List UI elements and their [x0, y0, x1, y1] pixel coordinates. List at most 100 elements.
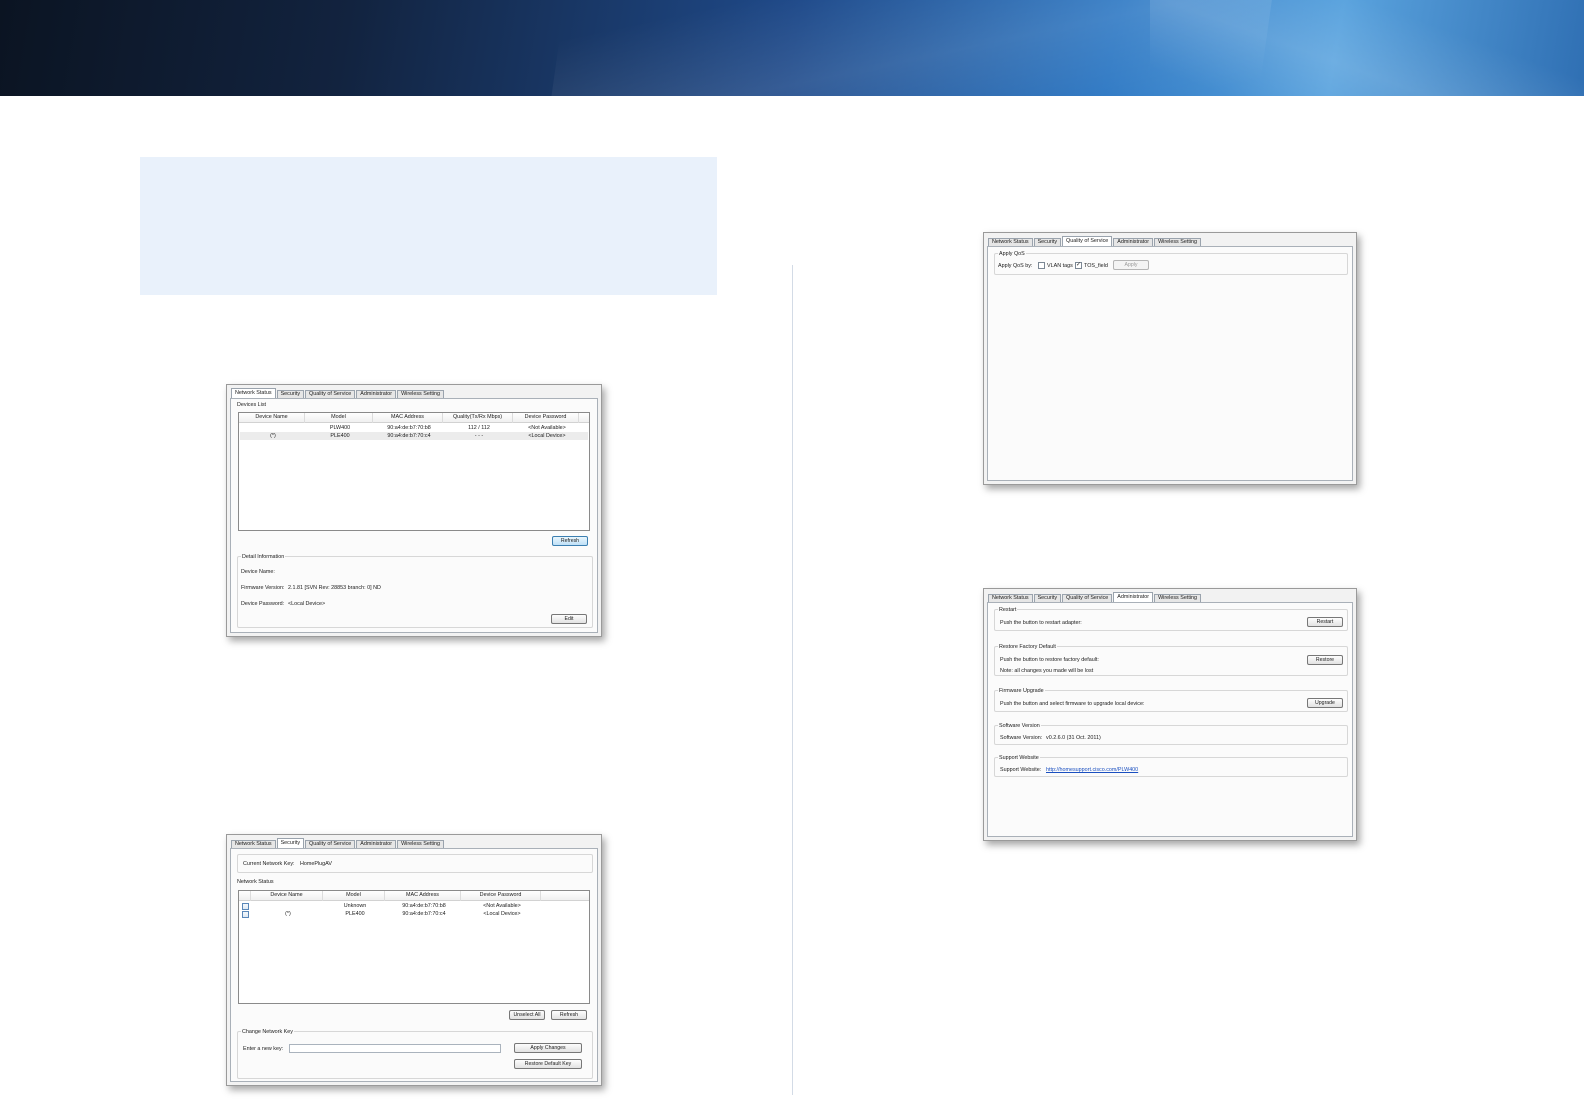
tab-panel: Devices List Device Name Model MAC Addre… — [230, 398, 598, 633]
cell-device-name — [252, 902, 324, 910]
tab-security[interactable]: Security — [1033, 594, 1062, 602]
tab-network-status[interactable]: Network Status — [988, 238, 1033, 246]
cell-device-name: (*) — [285, 911, 291, 917]
support-website-link[interactable]: http://homesupport.cisco.com/PLW400 — [1046, 767, 1138, 773]
column-header[interactable]: Device Name — [251, 891, 323, 901]
device-password-label: Device Password: — [241, 601, 285, 607]
column-header[interactable]: MAC Address — [373, 413, 443, 423]
administrator-screenshot: Network Status Security Quality of Servi… — [983, 588, 1357, 841]
restart-button[interactable]: Restart — [1307, 617, 1343, 627]
unselect-all-button[interactable]: Unselect All — [509, 1010, 545, 1020]
software-version-group-label: Software Version — [998, 723, 1041, 729]
apply-qos-group: Apply QoS Apply QoS by: VLAN tags TOS_fi… — [994, 251, 1348, 275]
list-header: Device Name Model MAC Address Device Pas… — [239, 891, 589, 901]
apply-button[interactable]: Apply — [1113, 260, 1149, 270]
tab-network-status[interactable]: Network Status — [988, 594, 1033, 602]
banner-glow — [1150, 0, 1584, 96]
restart-group: Restart Push the button to restart adapt… — [994, 607, 1348, 631]
tab-quality-of-service[interactable]: Quality of Service — [305, 390, 356, 398]
column-header[interactable]: Device Name — [239, 413, 305, 423]
tab-security[interactable]: Security — [276, 390, 305, 398]
restore-factory-default-label: Restore Factory Default — [998, 644, 1057, 650]
vlan-tags-checkbox[interactable] — [1038, 262, 1045, 269]
apply-changes-button[interactable]: Apply Changes — [514, 1043, 582, 1053]
current-network-key-label: Current Network Key: — [243, 861, 295, 867]
device-name-label: Device Name: — [241, 569, 275, 575]
support-website-label: Support Website: — [1000, 767, 1042, 773]
network-key-input[interactable] — [289, 1044, 501, 1053]
upgrade-button[interactable]: Upgrade — [1307, 698, 1343, 708]
cell-device-password: <Local Device> — [483, 911, 521, 917]
tab-quality-of-service[interactable]: Quality of Service — [1062, 236, 1113, 246]
devices-list[interactable]: Device Name Model MAC Address Quality(Tx… — [238, 412, 590, 531]
tab-security[interactable]: Security — [276, 838, 305, 848]
tab-network-status[interactable]: Network Status — [231, 388, 276, 398]
refresh-button[interactable]: Refresh — [552, 536, 588, 546]
tab-security[interactable]: Security — [1033, 238, 1062, 246]
cell-model: PLE400 — [345, 911, 365, 917]
note-box — [140, 157, 717, 295]
tab-wireless-setting[interactable]: Wireless Setting — [1154, 238, 1202, 246]
restore-default-key-button[interactable]: Restore Default Key — [514, 1059, 582, 1069]
cell-device-password: <Local Device> — [528, 433, 566, 439]
detail-information-group: Detail Information Device Name: Firmware… — [237, 554, 593, 628]
column-divider — [792, 265, 793, 1095]
table-row[interactable]: (*) PLE400 90:a4:de:b7:70:c4 - - - <Loca… — [240, 432, 588, 440]
column-header[interactable]: Device Password — [513, 413, 579, 423]
tab-administrator[interactable]: Administrator — [356, 840, 397, 848]
detail-information-label: Detail Information — [241, 554, 286, 560]
header-banner — [0, 0, 1584, 96]
tab-quality-of-service[interactable]: Quality of Service — [1062, 594, 1113, 602]
security-screenshot: Network Status Security Quality of Servi… — [226, 834, 602, 1086]
table-row[interactable]: PLW400 90:a4:de:b7:70:b8 112 / 112 <Not … — [240, 424, 588, 432]
column-header[interactable]: Quality(Tx/Rx Mbps) — [443, 413, 513, 423]
tab-administrator[interactable]: Administrator — [1113, 592, 1154, 602]
network-status-label: Network Status — [237, 879, 274, 885]
firmware-upgrade-label: Firmware Upgrade — [998, 688, 1045, 694]
tab-network-status[interactable]: Network Status — [231, 840, 276, 848]
table-row[interactable]: Unknown 90:a4:de:b7:70:b8 <Not Available… — [240, 902, 588, 910]
cell-mac-address: 90:a4:de:b7:70:c4 — [402, 911, 446, 917]
row-checkbox[interactable] — [242, 903, 249, 910]
cell-quality: 112 / 112 — [468, 425, 490, 431]
network-status-screenshot: Network Status Security Quality of Servi… — [226, 384, 602, 637]
software-version-label: Software Version: — [1000, 735, 1043, 741]
support-website-group: Support Website Support Website: http://… — [994, 755, 1348, 777]
restore-text: Push the button to restore factory defau… — [1000, 657, 1099, 663]
cell-device-password: <Not Available> — [528, 425, 566, 431]
software-version-value: v0.2.6.0 (31 Oct. 2011) — [1046, 735, 1101, 741]
tos-field-checkbox[interactable] — [1075, 261, 1082, 269]
column-header[interactable]: Model — [305, 413, 373, 423]
tab-administrator[interactable]: Administrator — [1113, 238, 1154, 246]
column-header[interactable]: Model — [323, 891, 385, 901]
software-version-group: Software Version Software Version: v0.2.… — [994, 723, 1348, 745]
firmware-upgrade-group: Firmware Upgrade Push the button and sel… — [994, 688, 1348, 712]
tab-wireless-setting[interactable]: Wireless Setting — [397, 390, 445, 398]
restart-text: Push the button to restart adapter: — [1000, 620, 1082, 626]
tab-bar: Network Status Security Quality of Servi… — [988, 592, 1202, 602]
network-key-group: Current Network Key: HomePlugAV — [237, 854, 593, 873]
tab-wireless-setting[interactable]: Wireless Setting — [397, 840, 445, 848]
tab-wireless-setting[interactable]: Wireless Setting — [1154, 594, 1202, 602]
qos-screenshot: Network Status Security Quality of Servi… — [983, 232, 1357, 485]
edit-button[interactable]: Edit — [551, 614, 587, 624]
column-header[interactable]: Device Password — [461, 891, 541, 901]
apply-qos-label: Apply QoS — [998, 251, 1026, 257]
restore-factory-default-group: Restore Factory Default Push the button … — [994, 644, 1348, 676]
tab-panel: Current Network Key: HomePlugAV Network … — [230, 848, 598, 1082]
device-password-value: <Local Device> — [288, 601, 326, 607]
cell-model: PLE400 — [330, 433, 350, 439]
tab-bar: Network Status Security Quality of Servi… — [988, 236, 1202, 246]
restore-button[interactable]: Restore — [1307, 655, 1343, 665]
row-checkbox[interactable] — [242, 911, 249, 918]
change-network-key-group: Change Network Key Enter a new key: Appl… — [237, 1029, 593, 1079]
table-row[interactable]: (*) PLE400 90:a4:de:b7:70:c4 <Local Devi… — [240, 910, 588, 918]
tab-administrator[interactable]: Administrator — [356, 390, 397, 398]
column-header[interactable]: MAC Address — [385, 891, 461, 901]
refresh-button[interactable]: Refresh — [551, 1010, 587, 1020]
network-status-list[interactable]: Device Name Model MAC Address Device Pas… — [238, 890, 590, 1004]
restart-label: Restart — [998, 607, 1018, 613]
tab-panel: Apply QoS Apply QoS by: VLAN tags TOS_fi… — [987, 246, 1353, 481]
tab-quality-of-service[interactable]: Quality of Service — [305, 840, 356, 848]
current-network-key-value: HomePlugAV — [300, 861, 332, 867]
